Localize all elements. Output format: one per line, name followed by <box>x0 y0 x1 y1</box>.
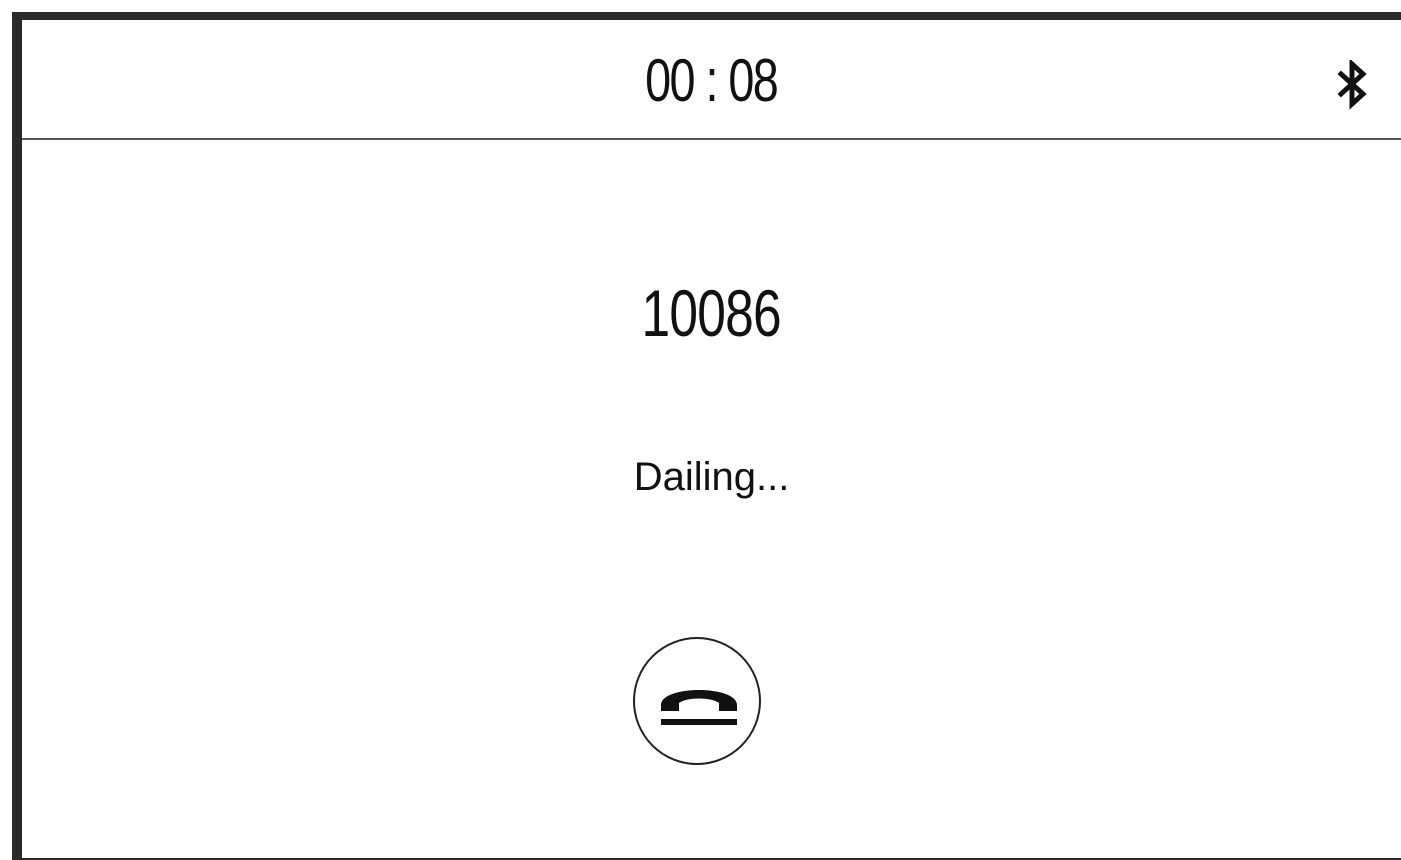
hangup-phone-icon <box>661 690 737 725</box>
dialed-number: 10086 <box>641 276 782 350</box>
bluetooth-icon <box>1335 58 1369 110</box>
call-status-text: Dailing... <box>633 455 790 499</box>
phone-call-screen: 00 : 08 10086 Dailing... <box>12 12 1401 860</box>
hangup-button[interactable] <box>633 637 761 765</box>
call-timer: 00 : 08 <box>645 47 779 114</box>
status-bar: 00 : 08 <box>22 20 1401 140</box>
